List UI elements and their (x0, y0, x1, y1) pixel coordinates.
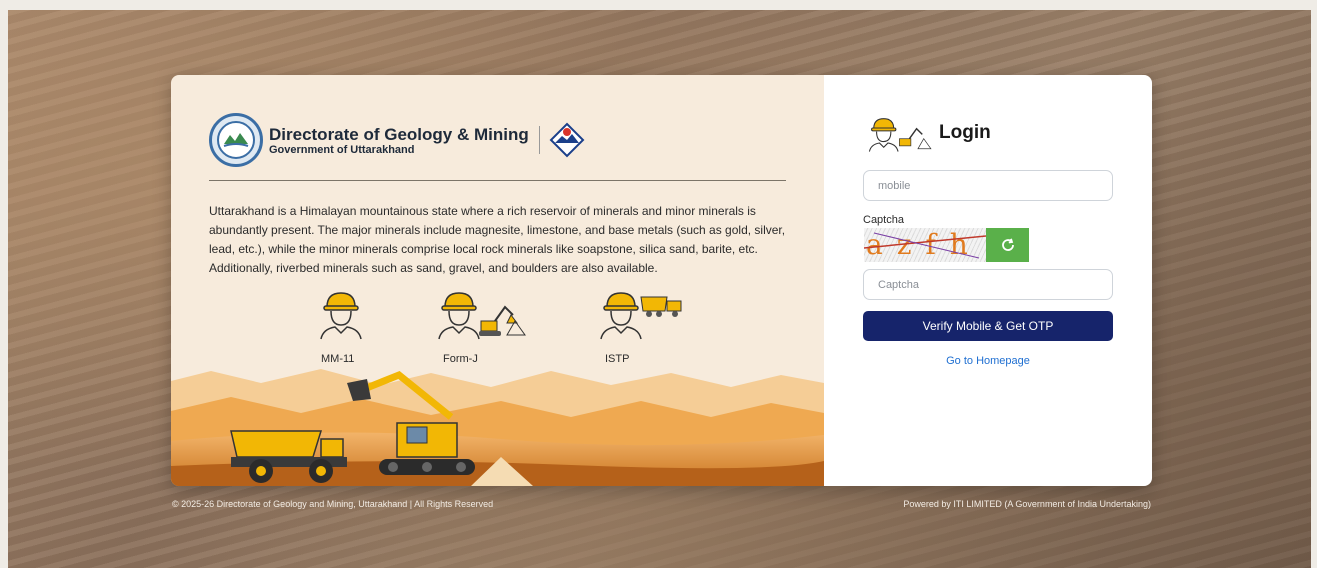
worker-truck-icon (600, 292, 682, 340)
footer-copyright: © 2025-26 Directorate of Geology and Min… (172, 499, 494, 509)
role-istp[interactable]: ISTP (593, 285, 689, 365)
footer-powered-by: Powered by ITI LIMITED (A Government of … (903, 499, 1151, 509)
go-to-homepage-link[interactable]: Go to Homepage (863, 355, 1113, 367)
info-panel: Directorate of Geology & Mining Governme… (171, 75, 824, 486)
captcha-image: azfh (864, 228, 986, 262)
description-text: Uttarakhand is a Himalayan mountainous s… (209, 204, 786, 275)
worker-excavator-icon (868, 118, 932, 152)
login-title: Login (939, 122, 991, 143)
brand-title: Directorate of Geology & Mining (269, 124, 529, 144)
refresh-captcha-button[interactable] (986, 228, 1029, 262)
role-mm11[interactable]: MM-11 (313, 285, 369, 365)
mining-illustration (171, 369, 824, 486)
brand-subtitle: Government of Uttarakhand (269, 143, 415, 156)
captcha-input[interactable] (863, 269, 1113, 300)
verify-otp-button[interactable]: Verify Mobile & Get OTP (863, 311, 1113, 341)
uttarakhand-logo-icon (549, 122, 585, 158)
role-form-j[interactable]: Form-J (431, 285, 527, 365)
login-card: Directorate of Geology & Mining Governme… (171, 75, 1152, 486)
refresh-icon (1001, 238, 1014, 251)
role-options: MM-11 Form-J ISTP (313, 285, 693, 365)
captcha-label: Captcha (863, 214, 904, 226)
brand-header: Directorate of Geology & Mining Governme… (209, 113, 586, 167)
divider (209, 180, 786, 181)
brand-separator (538, 126, 540, 154)
worker-icon (320, 292, 362, 340)
login-header: Login (863, 113, 991, 153)
worker-excavator-icon (438, 292, 526, 340)
login-panel: Login Captcha azfh Verify Mobile & Get O… (824, 75, 1152, 486)
mobile-input[interactable] (863, 170, 1113, 201)
state-emblem-icon (209, 113, 263, 167)
